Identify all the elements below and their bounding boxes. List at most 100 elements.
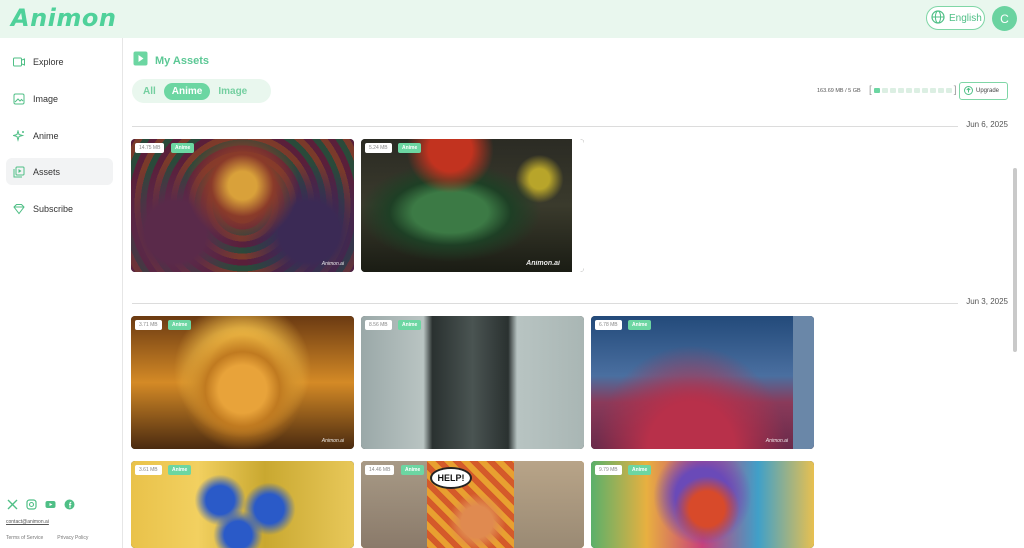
meter-bracket-left: [ bbox=[869, 85, 872, 96]
file-size-badge: 5.24 MB bbox=[365, 143, 392, 153]
asset-thumbnail bbox=[361, 316, 584, 449]
asset-card[interactable]: 6.78 MB Anime Animon.ai bbox=[591, 316, 814, 449]
footer-links: Terms of Service Privacy Policy bbox=[6, 535, 88, 541]
watermark: Animon.ai bbox=[321, 438, 344, 444]
comic-speech-bubble: HELP! bbox=[430, 467, 472, 489]
page-title: My Assets bbox=[155, 55, 210, 67]
asset-card[interactable]: 5.24 MB Anime Animon.ai bbox=[361, 139, 584, 272]
asset-thumbnail bbox=[131, 316, 354, 449]
meter-segment bbox=[945, 88, 952, 93]
meter-bracket-right: ] bbox=[953, 85, 957, 96]
asset-card[interactable]: 14.75 MB Anime Animon.ai bbox=[131, 139, 354, 272]
sidebar-item-label: Image bbox=[33, 93, 59, 104]
meter-segment bbox=[937, 88, 944, 93]
asset-thumbnail bbox=[591, 316, 814, 449]
sidebar-item-anime[interactable]: Anime bbox=[6, 122, 113, 149]
type-badge: Anime bbox=[401, 465, 425, 475]
asset-thumbnail bbox=[131, 139, 354, 272]
sidebar-item-label: Explore bbox=[33, 56, 64, 67]
asset-thumbnail bbox=[131, 461, 354, 548]
image-margin bbox=[572, 139, 584, 272]
top-header: Animon English C bbox=[0, 0, 1024, 38]
meter-segment bbox=[881, 88, 888, 93]
tab-all[interactable]: All bbox=[135, 83, 164, 100]
tab-image[interactable]: Image bbox=[210, 83, 255, 100]
sidebar-item-label: Subscribe bbox=[33, 203, 74, 214]
sidebar-item-label: Assets bbox=[33, 166, 61, 177]
sidebar-item-label: Anime bbox=[33, 130, 59, 141]
upgrade-label: Upgrade bbox=[976, 88, 1000, 94]
divider bbox=[132, 303, 958, 304]
type-badge: Anime bbox=[628, 465, 652, 475]
meter-segment bbox=[929, 88, 936, 93]
contact-link[interactable]: contact@animon.ai bbox=[6, 519, 49, 525]
date-separator: Jun 3, 2025 bbox=[132, 297, 1008, 309]
language-button[interactable]: English bbox=[926, 6, 985, 30]
meter-segment bbox=[905, 88, 912, 93]
type-badge: Anime bbox=[171, 143, 195, 153]
storage-meter: [ ] bbox=[869, 85, 957, 96]
language-label: English bbox=[949, 12, 982, 24]
meter-segment bbox=[913, 88, 920, 93]
sparkle-icon bbox=[13, 129, 25, 142]
meter-segment bbox=[889, 88, 896, 93]
file-size-badge: 8.56 MB bbox=[365, 320, 392, 330]
image-margin bbox=[793, 316, 814, 449]
explore-icon bbox=[13, 56, 25, 68]
page-header: My Assets bbox=[133, 51, 209, 71]
date-separator: Jun 6, 2025 bbox=[132, 120, 1008, 132]
asset-card[interactable]: 8.56 MB Anime bbox=[361, 316, 584, 449]
type-badge: Anime bbox=[398, 320, 422, 330]
file-size-badge: 14.75 MB bbox=[135, 143, 165, 153]
youtube-icon[interactable] bbox=[45, 499, 56, 510]
filter-tabs: All Anime Image bbox=[132, 79, 271, 103]
instagram-icon[interactable] bbox=[26, 499, 37, 510]
file-size-badge: 6.78 MB bbox=[595, 320, 622, 330]
privacy-link[interactable]: Privacy Policy bbox=[57, 535, 88, 541]
watermark: Animon.ai bbox=[765, 438, 788, 444]
sidebar-item-explore[interactable]: Explore bbox=[6, 48, 113, 75]
image-margin bbox=[514, 461, 584, 548]
storage-usage-text: 163.69 MB / 5 GB bbox=[817, 88, 861, 94]
sidebar: Explore Image Anime Assets Subscribe con… bbox=[0, 38, 123, 548]
file-size-badge: 9.79 MB bbox=[595, 465, 622, 475]
user-avatar[interactable]: C bbox=[992, 6, 1017, 31]
image-icon bbox=[13, 93, 25, 105]
diamond-icon bbox=[13, 203, 25, 215]
type-badge: Anime bbox=[628, 320, 652, 330]
asset-card[interactable]: HELP! 14.46 MB Anime bbox=[361, 461, 584, 548]
type-badge: Anime bbox=[398, 143, 422, 153]
upgrade-button[interactable]: Upgrade bbox=[959, 82, 1008, 100]
meter-segment bbox=[897, 88, 904, 93]
scrollbar-thumb[interactable] bbox=[1013, 168, 1017, 352]
group-date: Jun 6, 2025 bbox=[966, 120, 1008, 129]
asset-thumbnail bbox=[361, 139, 584, 272]
watermark: Animon.ai bbox=[321, 261, 344, 267]
app-logo[interactable]: Animon bbox=[11, 4, 116, 32]
file-size-badge: 3.71 MB bbox=[135, 320, 162, 330]
type-badge: Anime bbox=[168, 320, 192, 330]
file-size-badge: 3.61 MB bbox=[135, 465, 162, 475]
meter-segment bbox=[873, 88, 880, 93]
terms-link[interactable]: Terms of Service bbox=[6, 535, 43, 541]
sidebar-item-image[interactable]: Image bbox=[6, 85, 113, 112]
asset-card[interactable]: 9.79 MB Anime bbox=[591, 461, 814, 548]
upgrade-icon bbox=[964, 85, 973, 97]
type-badge: Anime bbox=[168, 465, 192, 475]
divider bbox=[132, 126, 958, 127]
play-square-icon bbox=[133, 51, 148, 71]
tab-anime[interactable]: Anime bbox=[163, 82, 211, 100]
asset-card[interactable]: 3.61 MB Anime bbox=[131, 461, 354, 548]
social-links bbox=[7, 499, 75, 510]
group-date: Jun 3, 2025 bbox=[966, 297, 1008, 306]
x-icon[interactable] bbox=[7, 499, 18, 510]
sidebar-item-assets[interactable]: Assets bbox=[6, 158, 113, 185]
watermark: Animon.ai bbox=[526, 260, 560, 267]
sidebar-item-subscribe[interactable]: Subscribe bbox=[6, 195, 113, 222]
asset-thumbnail bbox=[591, 461, 814, 548]
assets-icon bbox=[13, 166, 25, 178]
meter-segment bbox=[921, 88, 928, 93]
asset-card[interactable]: 3.71 MB Anime Animon.ai bbox=[131, 316, 354, 449]
file-size-badge: 14.46 MB bbox=[365, 465, 395, 475]
facebook-icon[interactable] bbox=[64, 499, 75, 510]
